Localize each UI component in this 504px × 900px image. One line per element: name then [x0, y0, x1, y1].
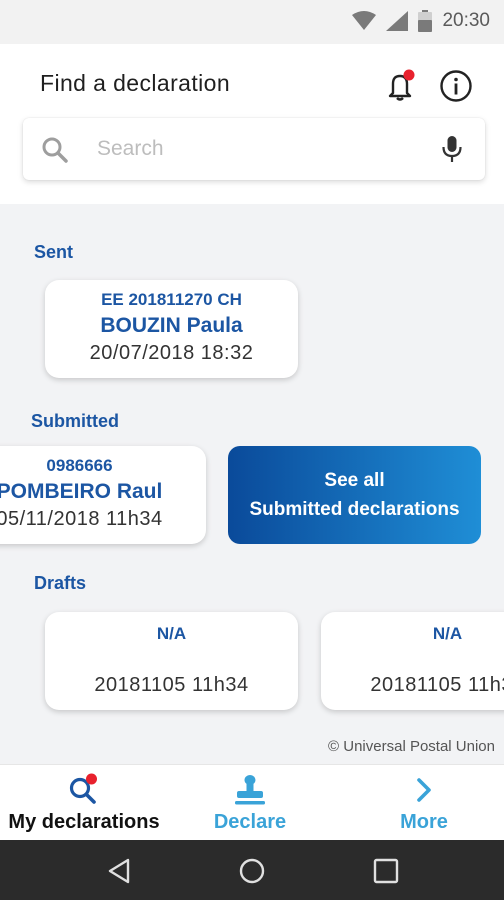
page-title: Find a declaration — [40, 70, 231, 96]
search-input[interactable] — [97, 132, 417, 166]
nav-my-declarations[interactable]: My declarations — [0, 765, 168, 841]
declaration-name: BOUZIN Paula — [100, 314, 243, 337]
microphone-icon[interactable] — [439, 134, 465, 164]
copyright-text: © Universal Postal Union — [328, 738, 495, 755]
declaration-date: 05/11/2018 11h34 — [0, 508, 163, 530]
declarations-content: Sent EE 201811270 CH BOUZIN Paula 20/07/… — [0, 208, 504, 764]
see-all-label: See all — [324, 470, 385, 491]
submitted-declaration-card[interactable]: 0986666 POMBEIRO Raul 05/11/2018 11h34 — [0, 446, 206, 544]
sent-declaration-card[interactable]: EE 201811270 CH BOUZIN Paula 20/07/2018 … — [45, 280, 298, 378]
declaration-reference: 0986666 — [46, 456, 113, 475]
home-icon[interactable] — [237, 856, 267, 886]
declaration-date: 20181105 11h34 — [370, 674, 504, 696]
back-icon[interactable] — [104, 856, 134, 886]
declaration-name: POMBEIRO Raul — [0, 480, 163, 503]
declaration-reference: N/A — [156, 624, 187, 643]
chevron-right-icon — [417, 778, 431, 802]
notifications-button[interactable] — [382, 68, 418, 104]
bell-icon — [388, 69, 415, 101]
bottom-navigation: My declarations Declare More — [0, 764, 504, 840]
see-all-sublabel: Submitted declarations — [249, 499, 460, 520]
declaration-reference: EE 201811270 CH — [101, 290, 242, 309]
system-navigation-bar — [0, 840, 504, 900]
header: Find a declaration — [0, 44, 504, 204]
nav-label: More — [400, 811, 448, 833]
status-icons: 20:30 — [352, 10, 490, 32]
info-button[interactable] — [438, 68, 474, 104]
info-icon — [440, 70, 472, 102]
draft-declaration-card[interactable]: N/A 20181105 11h34 — [321, 612, 504, 710]
see-all-submitted-button[interactable]: See all Submitted declarations — [228, 446, 481, 544]
declaration-date: 20181105 11h34 — [94, 674, 249, 696]
nav-declare[interactable]: Declare — [166, 765, 334, 841]
notification-badge — [403, 69, 415, 81]
search-icon — [42, 137, 68, 163]
status-bar: 20:30 — [0, 0, 504, 44]
draft-declaration-card[interactable]: N/A 20181105 11h34 — [45, 612, 298, 710]
notification-badge — [86, 773, 97, 785]
section-label-sent: Sent — [34, 242, 74, 262]
status-time: 20:30 — [442, 10, 490, 31]
signal-icon — [386, 11, 409, 31]
declaration-reference: N/A — [432, 624, 463, 643]
nav-label: My declarations — [8, 811, 160, 833]
search-bar[interactable] — [23, 118, 485, 180]
wifi-icon — [352, 11, 377, 30]
declaration-date: 20/07/2018 18:32 — [89, 342, 254, 364]
section-label-submitted: Submitted — [31, 411, 119, 431]
section-label-drafts: Drafts — [34, 573, 87, 593]
stamp-icon — [235, 775, 265, 805]
nav-label: Declare — [213, 811, 287, 833]
search-icon — [69, 773, 97, 804]
recents-icon[interactable] — [371, 856, 401, 886]
nav-more[interactable]: More — [340, 765, 504, 841]
battery-icon — [418, 10, 433, 32]
